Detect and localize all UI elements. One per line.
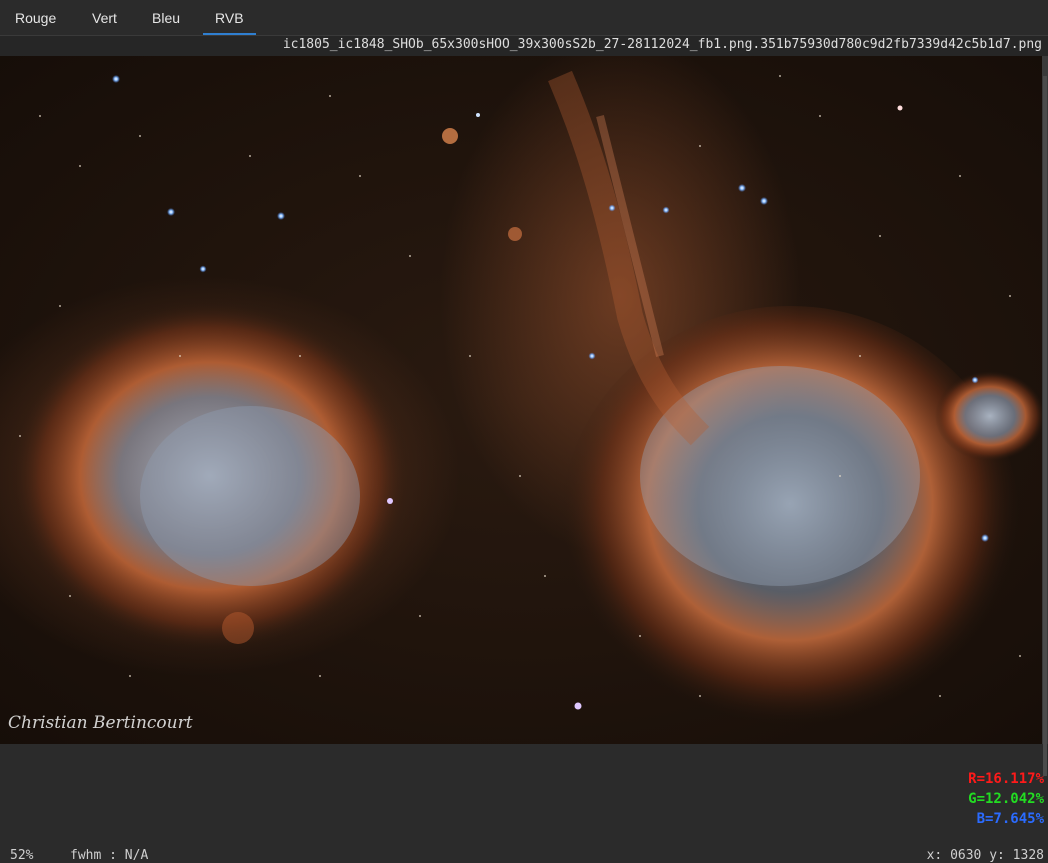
readout-b: B=7.645% (976, 811, 1044, 827)
file-name-bar: ic1805_ic1848_SHOb_65x300sHOO_39x300sS2b… (0, 36, 1048, 56)
tab-vert[interactable]: Vert (92, 0, 117, 36)
signature-logo: Christian Bertincourt (8, 713, 193, 733)
tab-bleu[interactable]: Bleu (152, 0, 180, 36)
vertical-scrollbar[interactable] (1042, 56, 1048, 776)
zoom-level: 52% (10, 848, 34, 863)
tab-rouge[interactable]: Rouge (15, 0, 56, 36)
channel-tab-bar: Rouge Vert Bleu RVB (0, 0, 1048, 36)
nebula-image: Christian Bertincourt (0, 56, 1042, 744)
coords-readout: x: 0630 y: 1328 (926, 848, 1044, 863)
file-name: ic1805_ic1848_SHOb_65x300sHOO_39x300sS2b… (282, 37, 1042, 52)
readout-r: R=16.117% (968, 771, 1044, 787)
fwhm-readout: fwhm : N/A (70, 848, 149, 863)
image-viewport[interactable]: Christian Bertincourt (0, 56, 1042, 744)
readout-g: G=12.042% (968, 791, 1044, 807)
tab-rvb[interactable]: RVB (203, 0, 255, 36)
scrollbar-thumb[interactable] (1043, 76, 1047, 776)
